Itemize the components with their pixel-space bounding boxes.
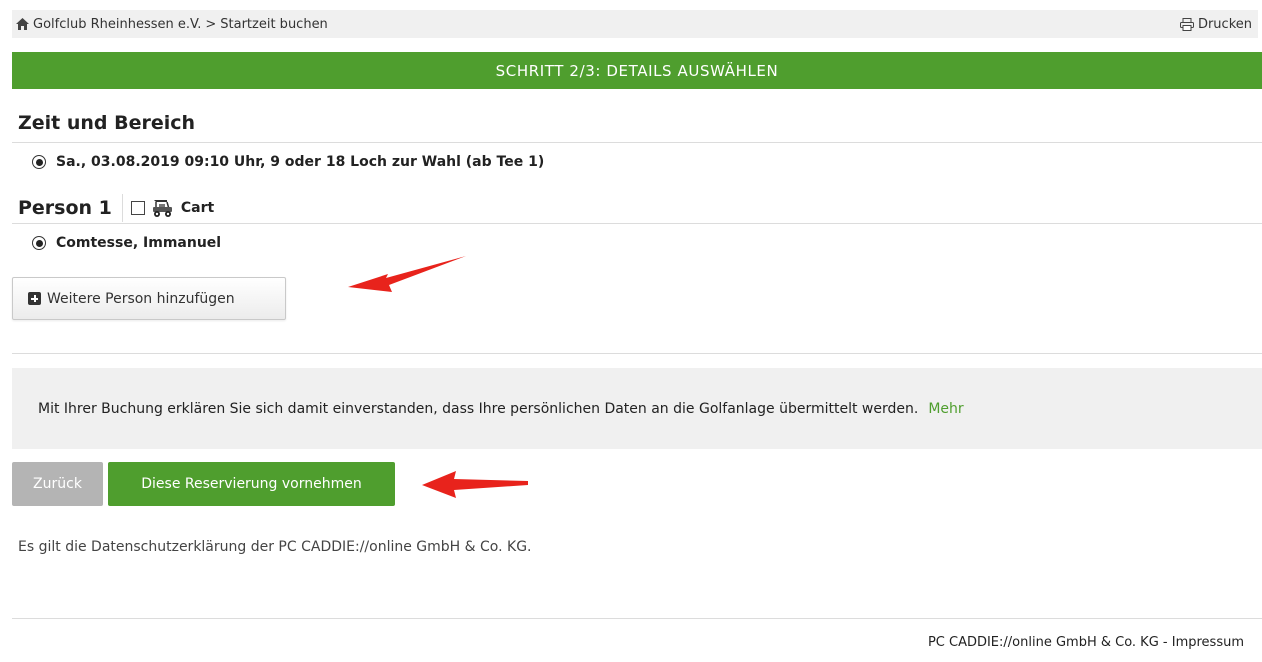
golf-cart-icon: [152, 200, 172, 217]
more-link[interactable]: Mehr: [928, 401, 963, 417]
cart-label: Cart: [180, 200, 215, 216]
red-arrow-annotation-icon: [348, 256, 466, 292]
time-radio[interactable]: [32, 155, 46, 169]
person-header: Person 1 Cart: [18, 193, 214, 223]
cart-option[interactable]: Cart: [123, 198, 214, 218]
consent-text: Mit Ihrer Buchung erklären Sie sich dami…: [38, 400, 919, 417]
home-icon[interactable]: [16, 18, 29, 30]
person-option[interactable]: Comtesse, Immanuel: [32, 235, 221, 251]
privacy-notice: Es gilt die Datenschutzerklärung der PC …: [18, 539, 532, 555]
time-option-label: Sa., 03.08.2019 09:10 Uhr, 9 oder 18 Loc…: [56, 154, 545, 170]
red-arrow-annotation-icon: [422, 471, 528, 498]
step-banner: SCHRITT 2/3: DETAILS AUSWÄHLEN: [12, 52, 1262, 89]
section-title: Zeit und Bereich: [18, 112, 196, 134]
breadcrumb-page: Startzeit buchen: [220, 16, 328, 32]
top-bar: Golfclub Rheinhessen e.V. > Startzeit bu…: [12, 10, 1258, 38]
breadcrumb: Golfclub Rheinhessen e.V. > Startzeit bu…: [16, 17, 328, 32]
divider: [12, 223, 1262, 224]
divider: [12, 142, 1262, 143]
step-title: SCHRITT 2/3: DETAILS AUSWÄHLEN: [495, 61, 779, 80]
divider: [12, 353, 1262, 354]
print-label: Drucken: [1197, 16, 1252, 32]
cart-checkbox[interactable]: [130, 201, 145, 215]
add-person-label: Weitere Person hinzufügen: [47, 290, 235, 307]
person-radio[interactable]: [32, 236, 46, 250]
reserve-button[interactable]: Diese Reservierung vornehmen: [108, 462, 395, 506]
printer-icon: [1179, 17, 1194, 31]
footer-text[interactable]: PC CADDIE://online GmbH & Co. KG - Impre…: [928, 635, 1244, 650]
person-name: Comtesse, Immanuel: [56, 235, 222, 251]
breadcrumb-club[interactable]: Golfclub Rheinhessen e.V.: [33, 17, 201, 32]
consent-notice: Mit Ihrer Buchung erklären Sie sich dami…: [12, 368, 1262, 449]
back-button[interactable]: Zurück: [12, 462, 103, 506]
add-person-button[interactable]: Weitere Person hinzufügen: [12, 277, 286, 320]
time-option[interactable]: Sa., 03.08.2019 09:10 Uhr, 9 oder 18 Loc…: [32, 154, 544, 170]
plus-square-icon: [28, 292, 41, 305]
footer-divider: [12, 618, 1262, 619]
breadcrumb-separator: >: [205, 16, 217, 32]
person-label: Person 1: [18, 194, 123, 222]
print-button[interactable]: Drucken: [1179, 16, 1252, 32]
